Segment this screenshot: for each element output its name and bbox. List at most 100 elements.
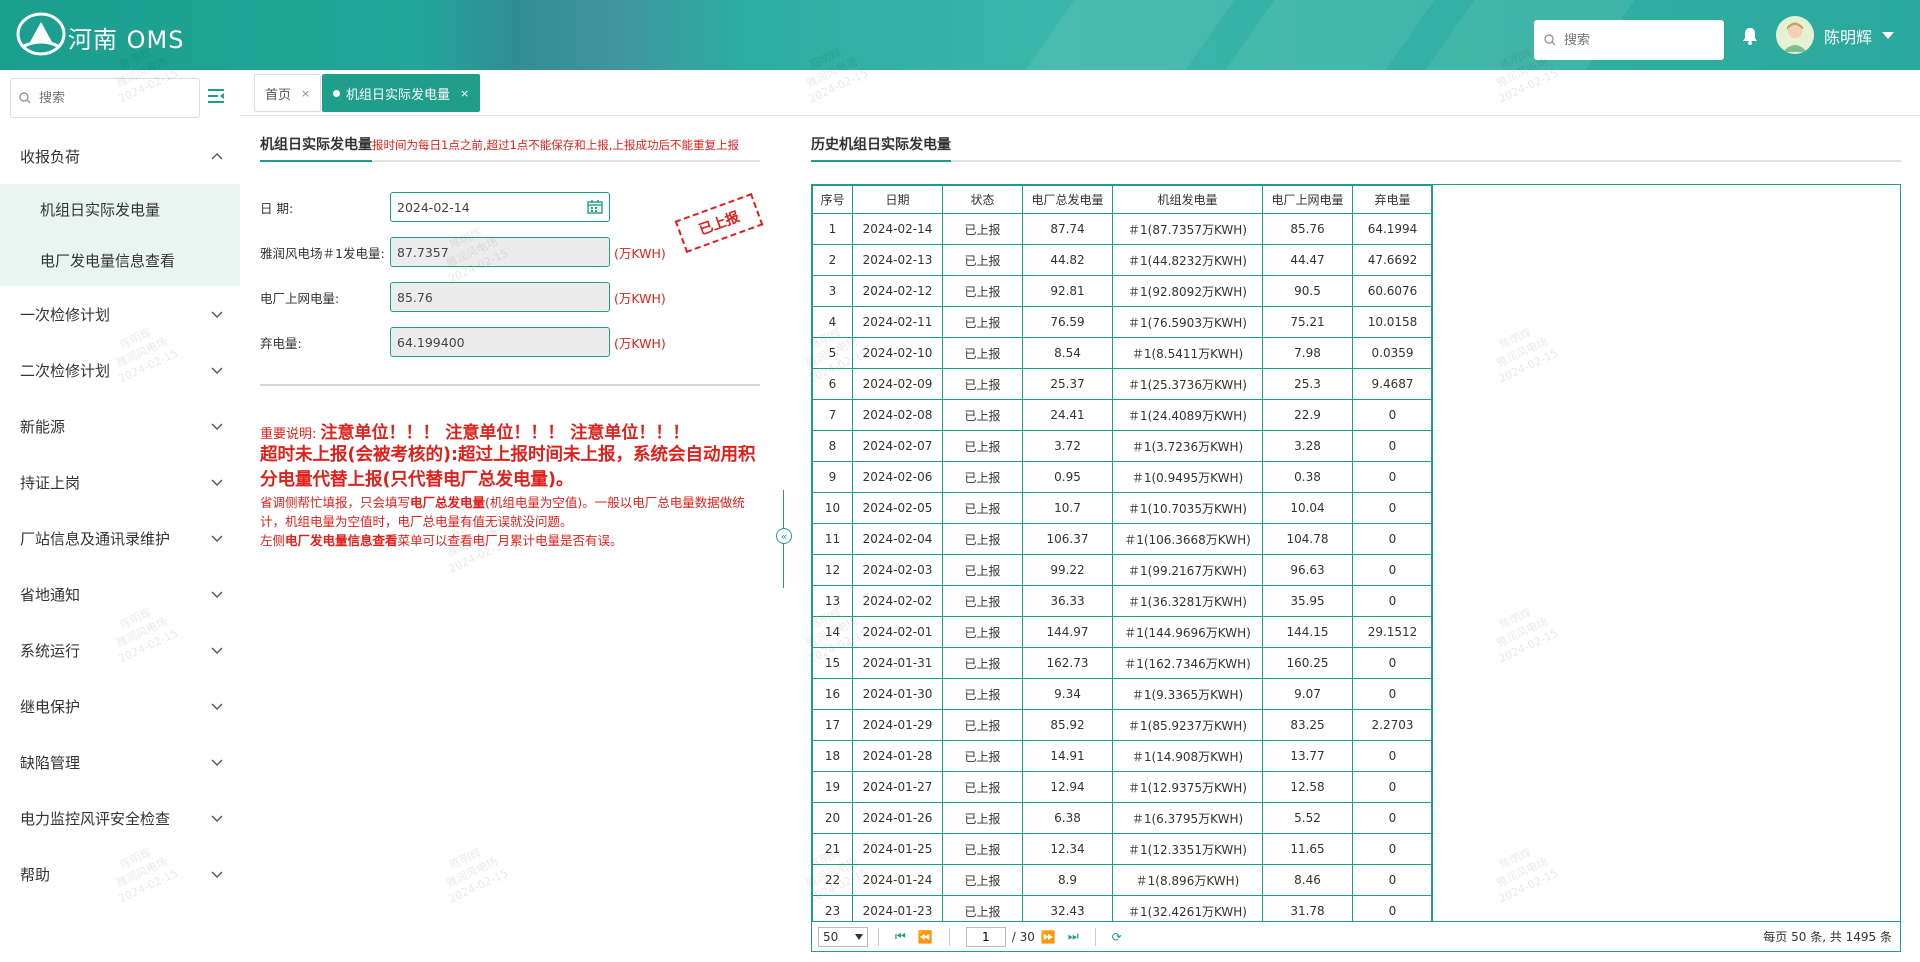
- sidebar-group-xitong[interactable]: 系统运行: [0, 622, 240, 678]
- collapse-left-icon[interactable]: «: [776, 528, 792, 544]
- sidebar-group-help[interactable]: 帮助: [0, 846, 240, 902]
- table-row[interactable]: 18 2024-01-28 已上报 14.91 ＃1(14.908万KWH) 13.77 0: [812, 740, 1433, 772]
- tab-unit-daily-power[interactable]: 机组日实际发电量 ×: [322, 74, 481, 112]
- header-decoration: [1225, 0, 1435, 70]
- calendar-icon[interactable]: [587, 200, 603, 214]
- history-title-bar: 历史机组日实际发电量: [811, 130, 1901, 162]
- table-cell: 21: [812, 833, 853, 865]
- table-row[interactable]: 1 2024-02-14 已上报 87.74 ＃1(87.7357万KWH) 85.76 6…: [812, 213, 1433, 245]
- first-page-icon[interactable]: ⏮: [895, 929, 906, 944]
- table-cell: 2024-02-07: [852, 430, 943, 462]
- reported-stamp: 已上报: [674, 193, 764, 253]
- user-avatar[interactable]: [1776, 16, 1814, 54]
- date-field[interactable]: 2024-02-14: [390, 192, 610, 222]
- table-cell: 已上报: [942, 337, 1023, 369]
- refresh-icon[interactable]: ⟳: [1112, 930, 1122, 944]
- next-page-icon[interactable]: ⏩: [1041, 930, 1056, 944]
- table-row[interactable]: 12 2024-02-03 已上报 99.22 ＃1(99.2167万KWH) 96.63…: [812, 554, 1433, 586]
- column-header: 状态: [942, 185, 1023, 214]
- menu-collapse-icon[interactable]: [206, 86, 226, 106]
- table-cell: 12.34: [1022, 833, 1113, 865]
- table-row[interactable]: 8 2024-02-07 已上报 3.72 ＃1(3.7236万KWH) 3.28 0: [812, 430, 1433, 462]
- user-name[interactable]: 陈明辉: [1824, 24, 1872, 48]
- unit-power-field[interactable]: 87.7357: [390, 237, 610, 267]
- page-number-input[interactable]: [965, 926, 1006, 947]
- sidebar-group-quexian[interactable]: 缺陷管理: [0, 734, 240, 790]
- header-search-input[interactable]: [1564, 32, 1714, 48]
- sidebar-group-xinnengyuan[interactable]: 新能源: [0, 398, 240, 454]
- table-cell: 14.91: [1022, 740, 1113, 772]
- table-cell: 7.98: [1262, 337, 1353, 369]
- table-row[interactable]: 14 2024-02-01 已上报 144.97 ＃1(144.9696万KWH) 144…: [812, 616, 1433, 648]
- table-row[interactable]: 4 2024-02-11 已上报 76.59 ＃1(76.5903万KWH) 75.21 1…: [812, 306, 1433, 338]
- sidebar-group-yici[interactable]: 一次检修计划: [0, 286, 240, 342]
- table-row[interactable]: 10 2024-02-05 已上报 10.7 ＃1(10.7035万KWH) 10.04 0: [812, 492, 1433, 524]
- close-icon[interactable]: ×: [301, 87, 310, 100]
- sidebar-item-plant-power-view[interactable]: 电厂发电量信息查看: [0, 235, 240, 286]
- waste-power-field[interactable]: 64.199400: [390, 327, 610, 357]
- chevron-down-icon[interactable]: [1882, 32, 1894, 39]
- table-cell: 2024-01-27: [852, 771, 943, 803]
- notification-bell-icon[interactable]: [1740, 26, 1760, 46]
- app-title: 河南 OMS: [68, 26, 185, 54]
- table-row[interactable]: 19 2024-01-27 已上报 12.94 ＃1(12.9375万KWH) 12.58…: [812, 771, 1433, 803]
- sidebar-group-shengdi[interactable]: 省地通知: [0, 566, 240, 622]
- prev-page-icon[interactable]: ⏪: [918, 930, 933, 944]
- pager-divider: [948, 927, 950, 946]
- header-banner-image: [420, 0, 740, 70]
- table-row[interactable]: 9 2024-02-06 已上报 0.95 ＃1(0.9495万KWH) 0.38 0: [812, 461, 1433, 493]
- table-row[interactable]: 13 2024-02-02 已上报 36.33 ＃1(36.3281万KWH) 35.95…: [812, 585, 1433, 617]
- sidebar-search-box[interactable]: [10, 78, 200, 118]
- tab-home[interactable]: 首页 ×: [254, 74, 322, 112]
- table-cell: 47.6692: [1352, 244, 1433, 276]
- top-header: 河南 OMS 陈明辉: [0, 0, 1920, 70]
- table-cell: ＃1(8.896万KWH): [1112, 864, 1263, 896]
- table-row[interactable]: 20 2024-01-26 已上报 6.38 ＃1(6.3795万KWH) 5.52 0: [812, 802, 1433, 834]
- sidebar-group-chizheng[interactable]: 持证上岗: [0, 454, 240, 510]
- table-cell: ＃1(44.8232万KWH): [1112, 244, 1263, 276]
- table-cell: ＃1(6.3795万KWH): [1112, 802, 1263, 834]
- header-decoration: [1025, 0, 1235, 70]
- table-row[interactable]: 2 2024-02-13 已上报 44.82 ＃1(44.8232万KWH) 44.47 4…: [812, 244, 1433, 276]
- table-row[interactable]: 7 2024-02-08 已上报 24.41 ＃1(24.4089万KWH) 22.9 0: [812, 399, 1433, 431]
- sidebar-group-changzhan[interactable]: 厂站信息及通讯录维护: [0, 510, 240, 566]
- table-row[interactable]: 17 2024-01-29 已上报 85.92 ＃1(85.9237万KWH) 83.25…: [812, 709, 1433, 741]
- last-page-icon[interactable]: ⏭: [1068, 929, 1079, 944]
- chevron-down-icon: [211, 479, 223, 486]
- table-row[interactable]: 11 2024-02-04 已上报 106.37 ＃1(106.3668万KWH) 104…: [812, 523, 1433, 555]
- header-search-box[interactable]: [1534, 20, 1724, 60]
- unit-suffix: (万KWH): [614, 245, 666, 261]
- table-header-row: 序号 日期 状态 电厂总发电量 机组发电量 电厂上网电量 弃电量: [812, 185, 1433, 214]
- pager-info: 每页 50 条, 共 1495 条: [1763, 930, 1892, 944]
- app-logo-icon: [16, 12, 66, 56]
- sidebar-group-erci[interactable]: 二次检修计划: [0, 342, 240, 398]
- table-cell: 25.37: [1022, 368, 1113, 400]
- table-row[interactable]: 6 2024-02-09 已上报 25.37 ＃1(25.3736万KWH) 25.3 9.…: [812, 368, 1433, 400]
- table-row[interactable]: 21 2024-01-25 已上报 12.34 ＃1(12.3351万KWH) 11.65…: [812, 833, 1433, 865]
- table-cell: 10.04: [1262, 492, 1353, 524]
- table-cell: 已上报: [942, 585, 1023, 617]
- sidebar-item-unit-daily-power[interactable]: 机组日实际发电量: [0, 184, 240, 235]
- page-size-select[interactable]: 50: [818, 926, 868, 947]
- table-row[interactable]: 16 2024-01-30 已上报 9.34 ＃1(9.3365万KWH) 9.07 0: [812, 678, 1433, 710]
- table-cell: ＃1(162.7346万KWH): [1112, 647, 1263, 679]
- sidebar-search-input[interactable]: [39, 90, 189, 106]
- close-icon[interactable]: ×: [460, 87, 469, 100]
- table-row[interactable]: 22 2024-01-24 已上报 8.9 ＃1(8.896万KWH) 8.46 0: [812, 864, 1433, 896]
- table-row[interactable]: 15 2024-01-31 已上报 162.73 ＃1(162.7346万KWH) 160…: [812, 647, 1433, 679]
- sidebar-group-jiankong[interactable]: 电力监控风评安全检查: [0, 790, 240, 846]
- chevron-down-icon: [211, 871, 223, 878]
- table-row[interactable]: 5 2024-02-10 已上报 8.54 ＃1(8.5411万KWH) 7.98 0.03…: [812, 337, 1433, 369]
- table-cell: 5: [812, 337, 853, 369]
- table-row[interactable]: 23 2024-01-23 已上报 32.43 ＃1(32.4261万KWH) 31.78…: [812, 895, 1433, 921]
- table-cell: 2024-01-26: [852, 802, 943, 834]
- total-pages: / 30: [1011, 929, 1035, 944]
- grid-power-field[interactable]: 85.76: [390, 282, 610, 312]
- table-cell: 13.77: [1262, 740, 1353, 772]
- table-row[interactable]: 3 2024-02-12 已上报 92.81 ＃1(92.8092万KWH) 90.5 60…: [812, 275, 1433, 307]
- sidebar-group-shoubao[interactable]: 收报负荷: [0, 128, 240, 184]
- table-cell: 0: [1352, 585, 1433, 617]
- sidebar-group-jidian[interactable]: 继电保护: [0, 678, 240, 734]
- table-cell: 2: [812, 244, 853, 276]
- table-cell: 24.41: [1022, 399, 1113, 431]
